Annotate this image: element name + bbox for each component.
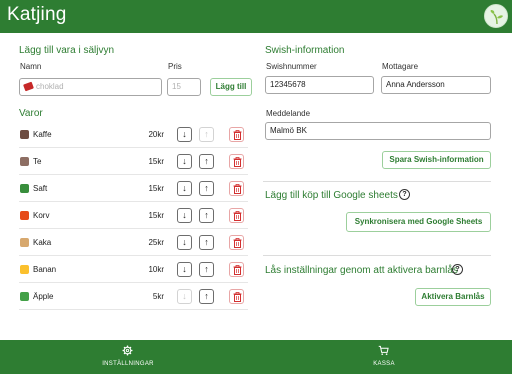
cake-icon bbox=[20, 238, 29, 247]
delete-item-button[interactable] bbox=[229, 208, 244, 223]
move-down-button[interactable]: ↓ bbox=[177, 262, 192, 277]
delete-item-button[interactable] bbox=[229, 262, 244, 277]
move-down-button[interactable]: ↓ bbox=[177, 208, 192, 223]
move-up-button[interactable]: ↑ bbox=[199, 208, 214, 223]
item-name: Korv bbox=[33, 211, 50, 220]
gear-icon bbox=[122, 345, 133, 356]
cart-icon bbox=[378, 345, 389, 355]
move-down-button[interactable]: ↓ bbox=[177, 127, 192, 142]
delete-item-button[interactable] bbox=[229, 127, 244, 142]
lock-title: Lås inställningar genom att aktivera bar… bbox=[265, 265, 458, 276]
message-label: Meddelande bbox=[266, 109, 311, 118]
sprout-logo-icon bbox=[484, 4, 508, 28]
move-up-button[interactable]: ↑ bbox=[199, 181, 214, 196]
items-title: Varor bbox=[19, 108, 43, 119]
sync-sheets-button[interactable]: Synkronisera med Google Sheets bbox=[346, 212, 491, 232]
move-up-button[interactable]: ↑ bbox=[199, 154, 214, 169]
delete-item-button[interactable] bbox=[229, 154, 244, 169]
swish-title: Swish-information bbox=[265, 45, 345, 56]
sheets-title: Lägg till köp till Google sheets bbox=[265, 190, 398, 201]
price-label: Pris bbox=[168, 62, 182, 71]
item-name: Kaffe bbox=[33, 130, 52, 139]
hotdog-icon bbox=[20, 211, 29, 220]
coffee-icon bbox=[20, 130, 29, 139]
list-item: Kaffe 20kr ↓ ↑ bbox=[19, 121, 248, 148]
app-title: Katjing bbox=[7, 4, 67, 25]
name-input[interactable]: choklad bbox=[19, 78, 162, 96]
delete-item-button[interactable] bbox=[229, 181, 244, 196]
add-item-title: Lägg till vara i säljvyn bbox=[19, 45, 115, 56]
item-name: Te bbox=[33, 157, 42, 166]
list-item: Banan 10kr ↓ ↑ bbox=[19, 256, 248, 283]
move-up-button[interactable]: ↑ bbox=[199, 289, 214, 304]
tab-checkout[interactable]: KASSA bbox=[256, 340, 512, 374]
divider bbox=[263, 181, 491, 182]
item-name: Äpple bbox=[33, 292, 54, 301]
move-down-button[interactable]: ↓ bbox=[177, 181, 192, 196]
name-label: Namn bbox=[20, 62, 42, 71]
item-price: 20kr bbox=[148, 130, 164, 139]
item-name: Kaka bbox=[33, 238, 52, 247]
item-price: 5kr bbox=[152, 292, 164, 301]
chocolate-icon bbox=[23, 81, 34, 92]
list-item: Äpple 5kr ↓ ↑ bbox=[19, 283, 248, 310]
price-placeholder: 15 bbox=[172, 82, 181, 91]
help-icon[interactable]: ? bbox=[452, 264, 463, 275]
message-input[interactable]: Malmö BK bbox=[265, 122, 491, 140]
move-down-button[interactable]: ↓ bbox=[177, 235, 192, 250]
name-placeholder: choklad bbox=[36, 82, 64, 91]
move-up-button[interactable]: ↑ bbox=[199, 235, 214, 250]
delete-item-button[interactable] bbox=[229, 289, 244, 304]
swish-number-label: Swishnummer bbox=[266, 62, 317, 71]
add-item-button[interactable]: Lägg till bbox=[210, 78, 252, 96]
move-down-button[interactable]: ↓ bbox=[177, 289, 192, 304]
list-item: Korv 15kr ↓ ↑ bbox=[19, 202, 248, 229]
banana-icon bbox=[20, 265, 29, 274]
move-up-button[interactable]: ↑ bbox=[199, 262, 214, 277]
help-icon[interactable]: ? bbox=[399, 189, 410, 200]
swish-number-input[interactable]: 12345678 bbox=[265, 76, 374, 94]
list-item: Saft 15kr ↓ ↑ bbox=[19, 175, 248, 202]
item-price: 15kr bbox=[148, 157, 164, 166]
recipient-label: Mottagare bbox=[382, 62, 419, 71]
tea-icon bbox=[20, 157, 29, 166]
list-item: Te 15kr ↓ ↑ bbox=[19, 148, 248, 175]
app-header: Katjing bbox=[0, 0, 512, 33]
item-price: 15kr bbox=[148, 211, 164, 220]
save-swish-button[interactable]: Spara Swish-information bbox=[382, 151, 491, 169]
bottom-nav: INSTÄLLNINGAR KASSA bbox=[0, 340, 512, 374]
item-price: 10kr bbox=[148, 265, 164, 274]
list-item: Kaka 25kr ↓ ↑ bbox=[19, 229, 248, 256]
tab-checkout-label: KASSA bbox=[373, 361, 395, 367]
recipient-input[interactable]: Anna Andersson bbox=[381, 76, 491, 94]
tab-settings-label: INSTÄLLNINGAR bbox=[102, 361, 154, 367]
item-price: 25kr bbox=[148, 238, 164, 247]
divider bbox=[263, 255, 491, 256]
item-name: Saft bbox=[33, 184, 48, 193]
item-price: 15kr bbox=[148, 184, 164, 193]
activate-lock-button[interactable]: Aktivera Barnlås bbox=[415, 288, 491, 306]
move-down-button[interactable]: ↓ bbox=[177, 154, 192, 169]
item-name: Banan bbox=[33, 265, 57, 274]
tab-settings[interactable]: INSTÄLLNINGAR bbox=[0, 340, 256, 374]
price-input[interactable]: 15 bbox=[167, 78, 201, 96]
delete-item-button[interactable] bbox=[229, 235, 244, 250]
juice-icon bbox=[20, 184, 29, 193]
apple-icon bbox=[20, 292, 29, 301]
move-up-button[interactable]: ↑ bbox=[199, 127, 214, 142]
